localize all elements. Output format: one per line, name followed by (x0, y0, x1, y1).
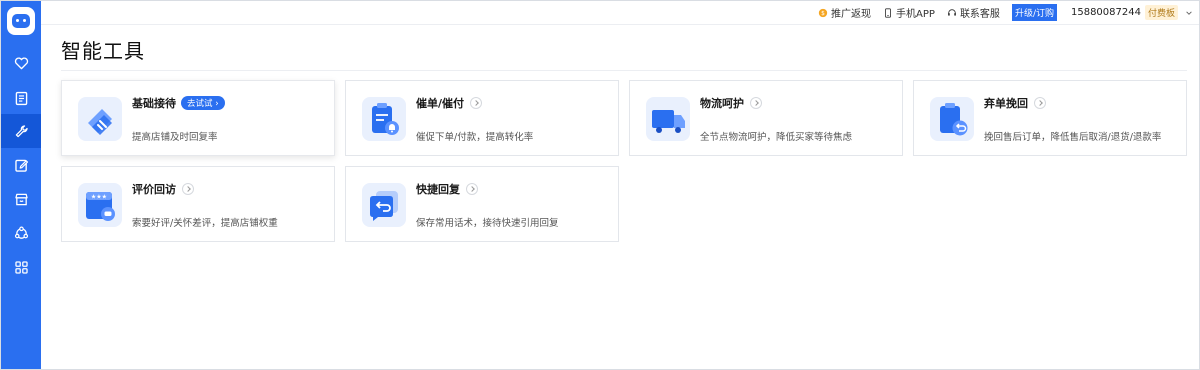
card-description: 全节点物流呵护，降低买家等待焦虑 (700, 132, 853, 143)
svg-text:$: $ (821, 11, 825, 17)
try-it-badge[interactable]: 去试试 › (181, 96, 225, 110)
mobile-app-label: 手机APP (896, 9, 935, 20)
page-title: 智能工具 (61, 39, 145, 63)
phone-icon (885, 7, 891, 18)
review-tool-icon: ★★★ (78, 183, 122, 227)
card-title: 物流呵护 (700, 97, 744, 110)
coin-icon: $ (818, 8, 828, 17)
chevron-right-icon[interactable] (470, 97, 483, 109)
quick-reply-tool-icon (362, 183, 406, 227)
share-network-icon (14, 226, 28, 239)
grid-icon (14, 260, 28, 274)
support-link[interactable]: 联系客服 (947, 5, 1000, 20)
card-title: 评价回访 (132, 183, 176, 196)
card-title: 弃单挽回 (984, 97, 1028, 110)
robot-logo-icon (12, 14, 30, 28)
sidebar-item-network[interactable] (1, 216, 41, 250)
recover-order-tool-icon (930, 97, 974, 141)
tool-card-review-followup[interactable]: ★★★ 评价回访 索要好评/关怀差评，提高店铺权重 (61, 166, 335, 242)
tool-card-quick-reply[interactable]: 快捷回复 保存常用话术，接待快速引用回复 (345, 166, 619, 242)
chevron-right-icon[interactable] (466, 183, 478, 195)
card-title-row: 评价回访 (132, 181, 194, 197)
document-icon (15, 91, 27, 105)
top-bar: $ 推广返现 手机APP 联系客服 升级/订购 15880087244 付费板 (41, 1, 1199, 25)
card-description: 提高店铺及时回复率 (132, 132, 218, 143)
heart-icon (14, 56, 28, 69)
sidebar-item-edit[interactable] (1, 148, 41, 182)
card-title-row: 基础接待 去试试 › (132, 95, 225, 111)
tool-card-abandoned-order[interactable]: 弃单挽回 挽回售后订单，降低售后取消/退货/退款率 (913, 80, 1187, 156)
sidebar (1, 1, 41, 369)
card-title: 快捷回复 (416, 183, 460, 196)
store-icon (14, 193, 28, 205)
chevron-down-icon[interactable] (1185, 9, 1193, 17)
card-title-row: 弃单挽回 (984, 95, 1046, 111)
app-logo[interactable] (7, 7, 35, 35)
headset-icon (948, 8, 956, 16)
urge-order-tool-icon (362, 97, 406, 141)
title-divider (61, 70, 1187, 71)
sidebar-item-favorites[interactable] (1, 46, 41, 80)
card-title: 基础接待 (132, 97, 176, 110)
truck-tool-icon (646, 97, 690, 141)
sidebar-item-orders[interactable] (1, 81, 41, 115)
tool-card-basic-reception[interactable]: 基础接待 去试试 › 提高店铺及时回复率 (61, 80, 335, 156)
sidebar-item-store[interactable] (1, 182, 41, 216)
chevron-right-icon[interactable] (1034, 97, 1046, 109)
card-title-row: 快捷回复 (416, 181, 478, 197)
card-description: 保存常用话术，接待快速引用回复 (416, 218, 559, 229)
card-title-row: 物流呵护 (700, 95, 762, 111)
reception-tool-icon (78, 97, 122, 141)
wrench-icon (15, 124, 28, 137)
support-label: 联系客服 (959, 9, 1000, 20)
card-title-row: 催单/催付 (416, 95, 483, 111)
chevron-right-icon[interactable] (750, 97, 762, 109)
top-bar-actions: $ 推广返现 手机APP 联系客服 升级/订购 15880087244 付费板 (810, 1, 1193, 24)
upgrade-button[interactable]: 升级/订购 (1011, 4, 1057, 21)
app-window: $ 推广返现 手机APP 联系客服 升级/订购 15880087244 付费板 … (0, 0, 1200, 370)
promo-link[interactable]: $ 推广返现 (818, 5, 871, 20)
card-description: 催促下单/付款，提高转化率 (416, 132, 534, 143)
card-title: 催单/催付 (416, 97, 465, 110)
plan-badge: 付费板 (1144, 5, 1178, 20)
promo-label: 推广返现 (831, 9, 872, 20)
sidebar-item-tools[interactable] (1, 114, 41, 148)
tool-card-urge-order[interactable]: 催单/催付 催促下单/付款，提高转化率 (345, 80, 619, 156)
tool-card-logistics-care[interactable]: 物流呵护 全节点物流呵护，降低买家等待焦虑 (629, 80, 903, 156)
mobile-app-link[interactable]: 手机APP (883, 5, 935, 20)
account-phone[interactable]: 15880087244 (1071, 7, 1141, 18)
edit-icon (14, 159, 28, 172)
svg-text:★★★: ★★★ (91, 194, 107, 201)
card-description: 索要好评/关怀差评，提高店铺权重 (132, 218, 278, 229)
card-description: 挽回售后订单，降低售后取消/退货/退款率 (984, 132, 1162, 143)
chevron-right-icon[interactable] (182, 183, 194, 195)
sidebar-item-apps[interactable] (1, 250, 41, 284)
